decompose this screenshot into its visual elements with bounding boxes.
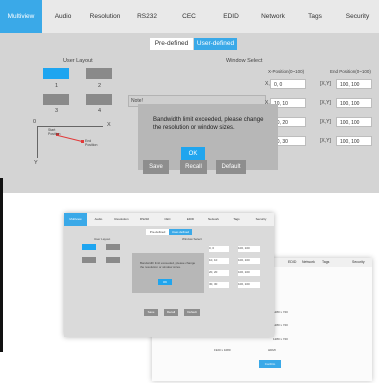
tab-multiview[interactable]: Multiview bbox=[0, 0, 42, 33]
mini-tab-edid: EDID bbox=[186, 217, 195, 221]
row3-xy-end: [X,Y] bbox=[320, 119, 331, 125]
position-vector bbox=[57, 135, 82, 142]
predefined-toggle[interactable]: Pre-defined bbox=[150, 38, 193, 50]
mini-layout-block-2 bbox=[106, 244, 120, 250]
mini-predefined: Pre-defined bbox=[146, 229, 169, 235]
end-position-label: End Position bbox=[85, 139, 98, 147]
mini-tab-cec: CEC bbox=[164, 217, 171, 221]
end-point-marker bbox=[81, 140, 84, 143]
tab-tags[interactable]: Tags bbox=[294, 0, 336, 33]
mini-field-1: 0, 0 bbox=[209, 246, 229, 252]
back-tab-network: Network bbox=[302, 260, 315, 264]
left-edge-bar bbox=[0, 178, 3, 352]
userdefined-toggle[interactable]: User-defined bbox=[194, 38, 237, 50]
back-tab-security: Security bbox=[352, 260, 365, 264]
mini-tab-resolution: Resolution bbox=[114, 217, 129, 221]
back-row-2: 1280 x 720 bbox=[273, 323, 288, 327]
mini-end-field-3: 100, 100 bbox=[238, 270, 260, 276]
mini-field-3: 20, 20 bbox=[209, 270, 229, 276]
y-axis-label: Y bbox=[34, 160, 38, 166]
mini-end-field-1: 100, 100 bbox=[238, 246, 260, 252]
row4-end-field[interactable]: 100, 100 bbox=[336, 136, 372, 146]
layout-block-1-label: 1 bbox=[55, 83, 59, 89]
mini-ok-button: OK bbox=[158, 279, 172, 285]
tab-rs232[interactable]: RS232 bbox=[126, 0, 168, 33]
tab-network[interactable]: Network bbox=[252, 0, 294, 33]
tab-bar: Multiview Audio Resolution RS232 CEC EDI… bbox=[0, 0, 379, 33]
back-row-1: 1280 x 720 bbox=[273, 310, 288, 314]
start-position-header: X-Position(0~100) bbox=[268, 69, 305, 74]
mini-tabbar: Multiview Audio Resolution RS232 CEC EDI… bbox=[64, 213, 274, 226]
mini-recall: Recall bbox=[164, 309, 178, 316]
mini-window-select-title: Window Select bbox=[182, 237, 202, 241]
layout-block-4[interactable] bbox=[86, 94, 112, 105]
end-position-header: End Position(0~100) bbox=[330, 69, 371, 74]
row1-start-field[interactable]: 0, 0 bbox=[270, 79, 306, 89]
mini-dialog: Bandwidth limit exceeded, please change … bbox=[132, 253, 204, 293]
front-thumbnail-window: Multiview Audio Resolution RS232 CEC EDI… bbox=[64, 213, 274, 337]
row3-end-field[interactable]: 100, 100 bbox=[336, 117, 372, 127]
dialog-ok-button[interactable]: OK bbox=[181, 147, 205, 161]
mini-tab-rs232: RS232 bbox=[139, 217, 150, 221]
mini-default: Default bbox=[184, 309, 200, 316]
tab-security[interactable]: Security bbox=[336, 0, 379, 33]
back-tab-tags: Tags bbox=[322, 260, 330, 264]
row2-xy-end: [X,Y] bbox=[320, 100, 331, 106]
mini-user-layout-title: User Layout bbox=[94, 237, 111, 241]
row1-end-field[interactable]: 100, 100 bbox=[336, 79, 372, 89]
y-axis-line bbox=[37, 126, 38, 158]
origin-label: 0 bbox=[33, 119, 37, 125]
save-button[interactable]: Save bbox=[143, 160, 169, 174]
mini-end-field-4: 100, 100 bbox=[238, 282, 260, 288]
layout-block-2[interactable] bbox=[86, 68, 112, 79]
mini-layout-block-1 bbox=[82, 244, 96, 250]
mini-tab-security: Security bbox=[255, 217, 267, 221]
mini-layout-block-3 bbox=[82, 257, 96, 263]
mini-field-2: 10, 10 bbox=[209, 258, 229, 264]
layout-block-1[interactable] bbox=[43, 68, 69, 79]
x-axis-line bbox=[37, 126, 103, 127]
mini-tab-network: Network bbox=[207, 217, 219, 221]
layout-block-3[interactable] bbox=[43, 94, 69, 105]
mini-userdefined: User-defined bbox=[169, 229, 192, 235]
recall-button[interactable]: Recall bbox=[180, 160, 207, 174]
row1-xy-end: [X,Y] bbox=[320, 81, 331, 87]
mini-dialog-message: Bandwidth limit exceeded, please change … bbox=[140, 261, 196, 269]
mini-save: Save bbox=[144, 309, 158, 316]
multiview-window: Multiview Audio Resolution RS232 CEC EDI… bbox=[0, 0, 379, 193]
mini-end-field-2: 100, 100 bbox=[238, 258, 260, 264]
window-select-title: Window Select bbox=[226, 58, 263, 64]
tab-audio[interactable]: Audio bbox=[42, 0, 84, 33]
back-row-3: 1280 x 720 bbox=[273, 337, 288, 341]
tab-edid[interactable]: EDID bbox=[210, 0, 252, 33]
x-axis-label: X bbox=[107, 122, 111, 128]
row2-end-field[interactable]: 100, 100 bbox=[336, 98, 372, 108]
mini-tab-audio: Audio bbox=[94, 217, 103, 221]
back-hdmi-label: HDMI bbox=[268, 348, 276, 352]
user-layout-title: User Layout bbox=[63, 58, 93, 64]
back-confirm-button[interactable]: Confirm bbox=[259, 360, 281, 368]
layout-block-2-label: 2 bbox=[98, 83, 102, 89]
layout-block-3-label: 3 bbox=[55, 108, 59, 114]
back-resolution: 1920 x 1080 bbox=[214, 348, 231, 352]
mini-tab-tags: Tags bbox=[233, 217, 240, 221]
back-tab-edid: EDID bbox=[288, 260, 297, 264]
mini-layout-block-4 bbox=[106, 257, 120, 263]
tab-resolution[interactable]: Resolution bbox=[84, 0, 126, 33]
mini-field-4: 30, 30 bbox=[209, 282, 229, 288]
mini-tab-multiview: Multiview bbox=[64, 213, 87, 226]
tab-cec[interactable]: CEC bbox=[168, 0, 210, 33]
default-button[interactable]: Default bbox=[216, 160, 246, 174]
row4-xy-end: [X,Y] bbox=[320, 138, 331, 144]
dialog-message: Bandwidth limit exceeded, please change … bbox=[153, 117, 264, 131]
layout-block-4-label: 4 bbox=[98, 108, 102, 114]
